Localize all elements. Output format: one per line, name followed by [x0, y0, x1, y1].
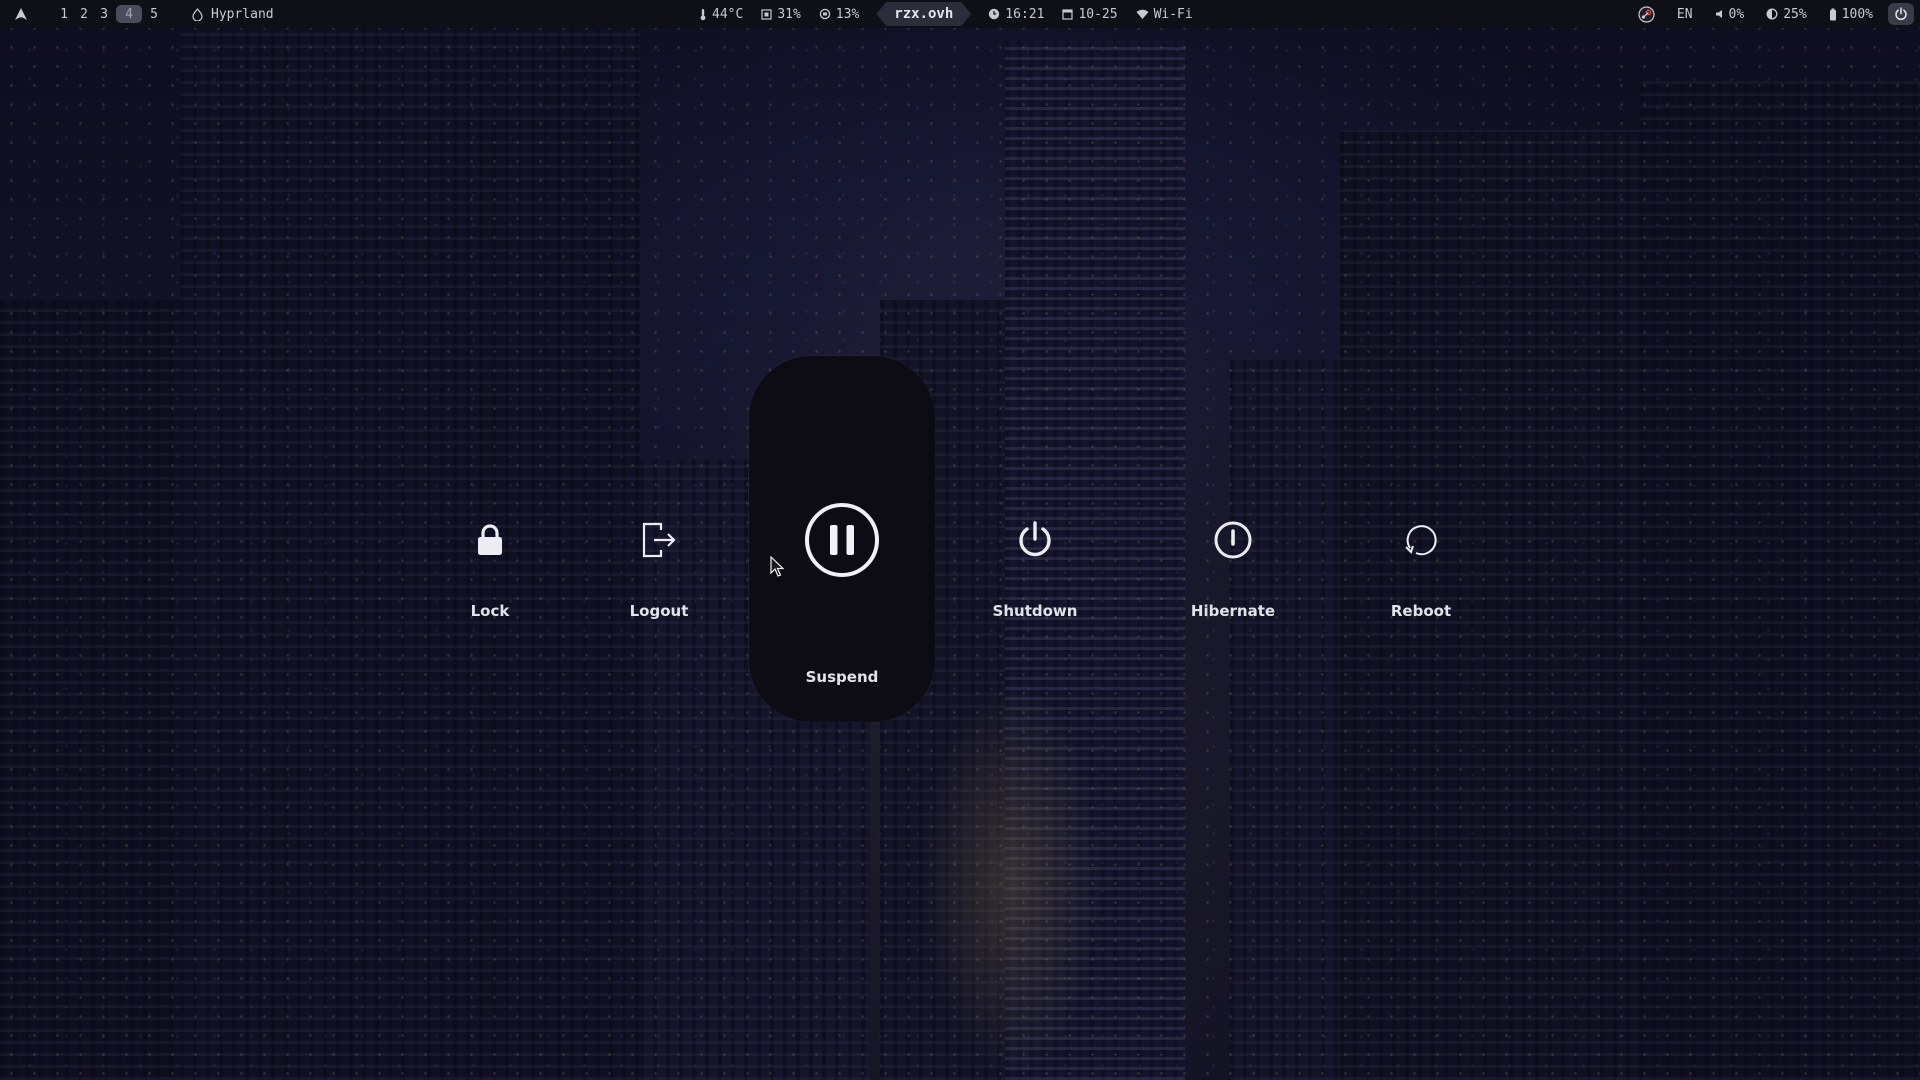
reboot-icon	[1391, 510, 1451, 570]
pause-icon	[802, 500, 882, 580]
lock-option[interactable]: Lock	[405, 510, 575, 650]
power-menu: Lock Logout Suspend Shutdown Hibernate R…	[0, 0, 1920, 1080]
logout-icon	[629, 510, 689, 570]
reboot-option[interactable]: Reboot	[1336, 510, 1506, 650]
lock-icon	[460, 510, 520, 570]
mouse-cursor-icon	[770, 555, 785, 578]
shutdown-option[interactable]: Shutdown	[950, 510, 1120, 650]
logout-label: Logout	[629, 602, 689, 620]
suspend-option[interactable]: Suspend	[749, 356, 935, 722]
power-icon	[1005, 510, 1065, 570]
lock-label: Lock	[470, 602, 510, 620]
hibernate-option[interactable]: Hibernate	[1148, 510, 1318, 650]
suspend-label: Suspend	[805, 668, 879, 686]
shutdown-label: Shutdown	[992, 602, 1078, 620]
reboot-label: Reboot	[1390, 602, 1452, 620]
logout-option[interactable]: Logout	[574, 510, 744, 650]
hibernate-label: Hibernate	[1190, 602, 1276, 620]
hibernate-icon	[1203, 510, 1263, 570]
